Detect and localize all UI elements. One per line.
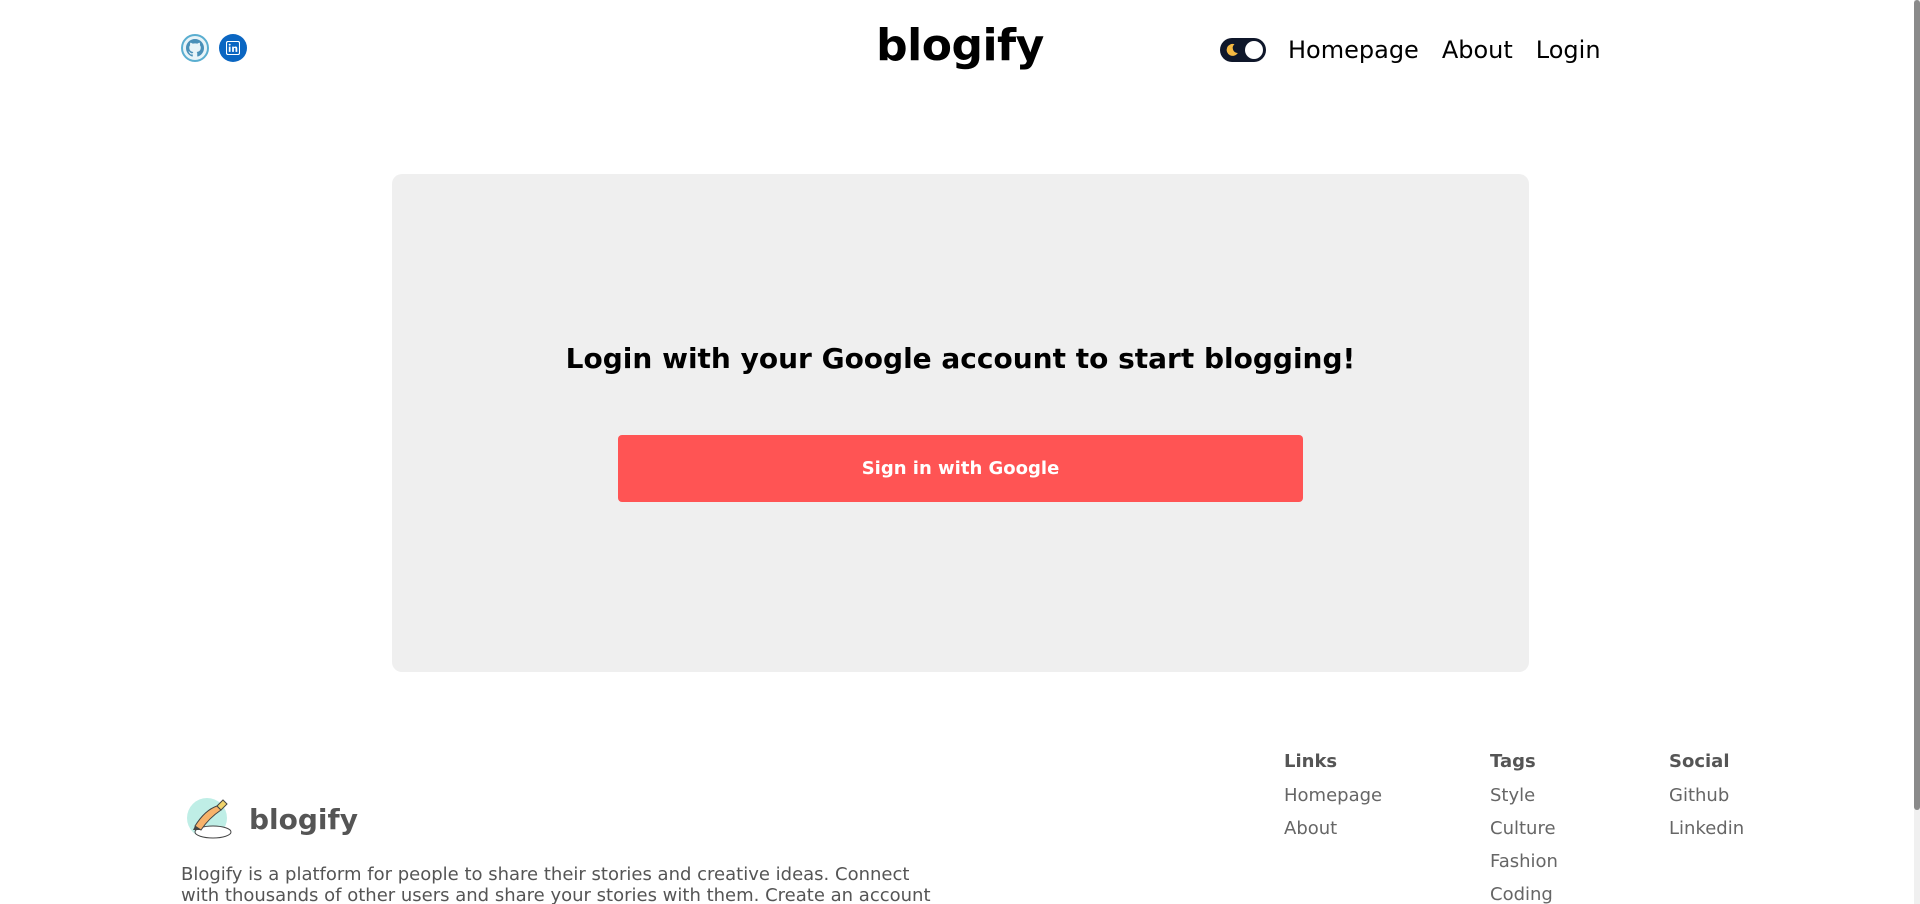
login-card: Login with your Google account to start … xyxy=(392,174,1529,672)
site-logo[interactable]: blogify xyxy=(0,20,1920,71)
footer-tag-fashion[interactable]: Fashion xyxy=(1490,850,1558,874)
scrollbar-thumb[interactable] xyxy=(1914,0,1920,810)
footer-link-about[interactable]: About xyxy=(1284,817,1382,841)
sign-in-google-button[interactable]: Sign in with Google xyxy=(618,435,1303,502)
footer-col-title: Tags xyxy=(1490,751,1536,772)
main-nav: Homepage About Login xyxy=(1220,32,1624,68)
footer-col-tags: Tags Style Culture Fashion Coding xyxy=(1490,750,1558,904)
page: blogify Homepage About Login Login with … xyxy=(0,0,1920,904)
blogify-logo-icon xyxy=(187,798,232,839)
footer-description: Blogify is a platform for people to shar… xyxy=(181,864,931,904)
footer-social-github[interactable]: Github xyxy=(1669,784,1744,808)
footer-tag-style[interactable]: Style xyxy=(1490,784,1558,808)
nav-login[interactable]: Login xyxy=(1536,32,1601,68)
footer-social-linkedin[interactable]: Linkedin xyxy=(1669,817,1744,841)
toggle-knob xyxy=(1245,41,1263,59)
nav-homepage[interactable]: Homepage xyxy=(1288,32,1419,68)
footer-link-homepage[interactable]: Homepage xyxy=(1284,784,1382,808)
scrollbar-track[interactable] xyxy=(1914,0,1920,904)
header: blogify Homepage About Login xyxy=(0,0,1900,100)
footer-col-links: Links Homepage About xyxy=(1284,750,1382,850)
footer-col-title: Links xyxy=(1284,751,1338,772)
nav-about[interactable]: About xyxy=(1442,32,1513,68)
footer-col-title: Social xyxy=(1669,751,1730,772)
login-heading: Login with your Google account to start … xyxy=(565,342,1356,375)
footer-tag-culture[interactable]: Culture xyxy=(1490,817,1558,841)
footer-brand-name: blogify xyxy=(249,802,358,836)
footer-brand: blogify xyxy=(183,796,358,842)
footer-col-social: Social Github Linkedin xyxy=(1669,750,1744,850)
moon-icon xyxy=(1226,43,1238,56)
theme-toggle[interactable] xyxy=(1220,38,1266,62)
footer-tag-coding[interactable]: Coding xyxy=(1490,883,1558,904)
